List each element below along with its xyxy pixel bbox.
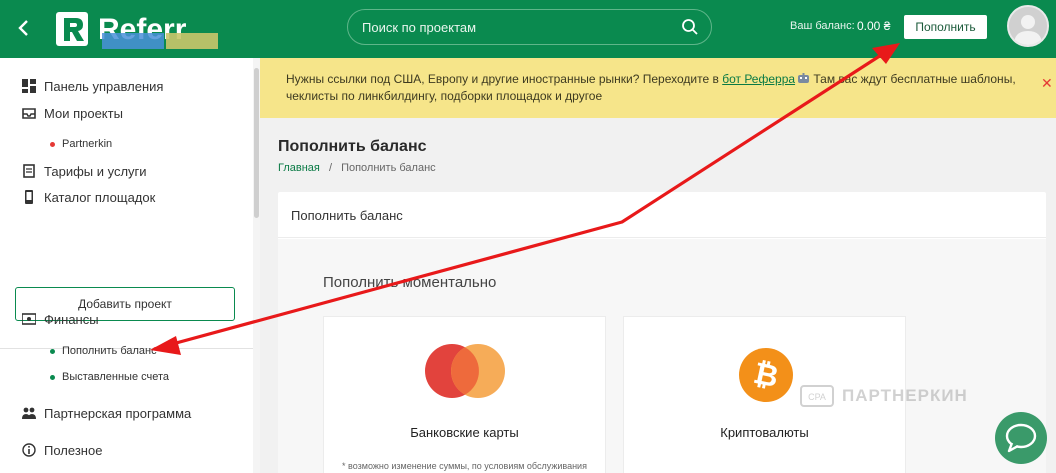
watermark-text: ПАРТНЕРКИН <box>842 386 968 405</box>
finance-sub-label: Выставленные счета <box>62 371 170 383</box>
notice-text-part: Нужны ссылки под США, Европу и другие ин… <box>286 72 723 86</box>
sidebar-item-finance[interactable]: Финансы <box>22 310 99 328</box>
notice-text: Нужны ссылки под США, Европу и другие ин… <box>286 71 1016 105</box>
status-dot <box>50 348 55 354</box>
balance-value: 0.00 ₴ <box>857 19 891 33</box>
inbox-icon <box>22 108 36 119</box>
robot-emoji-icon <box>798 73 810 83</box>
breadcrumb-home-link[interactable]: Главная <box>278 162 320 174</box>
sidebar-item-dashboard[interactable]: Панель управления <box>22 77 163 95</box>
bot-link[interactable]: бот Реферра <box>722 72 795 86</box>
project-label: Partnerkin <box>62 138 113 150</box>
watermark: CPA ПАРТНЕРКИН <box>800 382 1010 410</box>
search-icon[interactable] <box>681 18 699 36</box>
project-item-partnerkin[interactable]: Partnerkin <box>50 138 112 150</box>
top-header: Referr Поиск по проектам Ваш баланс: 0.0… <box>0 0 1056 58</box>
user-avatar[interactable] <box>1007 5 1049 47</box>
sidebar-item-label: Тарифы и услуги <box>44 163 147 179</box>
page-title: Пополнить баланс <box>278 138 427 155</box>
finance-item-topup[interactable]: Пополнить баланс <box>50 345 157 357</box>
chat-bubble-icon <box>1005 423 1037 453</box>
finance-item-invoices[interactable]: Выставленные счета <box>50 371 169 383</box>
sidebar-item-catalog[interactable]: Каталог площадок <box>22 188 155 206</box>
sidebar: Панель управления Мои проекты Partnerkin… <box>0 58 260 473</box>
document-icon <box>23 164 35 178</box>
payment-option-note: * возможно изменение суммы, по условиям … <box>342 461 587 471</box>
bitcoin-icon: ₿ <box>739 348 793 402</box>
breadcrumb-separator: / <box>328 162 332 174</box>
instant-topup-title: Пополнить моментально <box>323 274 497 291</box>
payment-option-label: Банковские карты <box>410 425 519 440</box>
status-dot <box>50 374 55 380</box>
sidebar-item-tariffs[interactable]: Тарифы и услуги <box>22 162 147 180</box>
sidebar-item-label: Финансы <box>44 311 99 327</box>
breadcrumb-current: Пополнить баланс <box>341 162 436 174</box>
sidebar-scrollbar-thumb[interactable] <box>254 68 259 218</box>
svg-text:CPA: CPA <box>808 392 826 402</box>
breadcrumb: Главная / Пополнить баланс <box>278 162 436 174</box>
card-title: Пополнить баланс <box>291 208 403 223</box>
status-dot <box>50 141 55 147</box>
referr-logo[interactable]: Referr <box>54 8 226 52</box>
search-placeholder: Поиск по проектам <box>362 20 477 35</box>
search-input[interactable]: Поиск по проектам <box>347 9 712 45</box>
chat-button[interactable] <box>995 412 1047 464</box>
sidebar-item-partner-program[interactable]: Партнерская программа <box>22 404 191 422</box>
dashboard-icon <box>22 79 36 93</box>
finance-sub-label: Пополнить баланс <box>62 345 157 357</box>
sidebar-item-label: Каталог площадок <box>44 189 156 205</box>
info-icon <box>22 443 36 457</box>
card-header: Пополнить баланс <box>278 192 1046 238</box>
sidebar-item-projects[interactable]: Мои проекты <box>22 104 123 122</box>
phone-icon <box>25 190 33 204</box>
sidebar-item-label: Мои проекты <box>44 105 123 121</box>
sidebar-item-label: Панель управления <box>44 78 164 94</box>
balance-label: Ваш баланс: <box>790 20 855 32</box>
payment-option-bank-cards[interactable]: Банковские карты * возможно изменение су… <box>323 316 606 473</box>
partner-icon <box>22 407 36 419</box>
sidebar-item-useful[interactable]: Полезное <box>22 441 102 459</box>
watermark-logo-icon: CPA <box>800 385 834 407</box>
close-icon[interactable]: ✕ <box>1041 75 1053 92</box>
money-icon <box>22 313 36 325</box>
mastercard-icon <box>425 344 505 398</box>
topup-header-button[interactable]: Пополнить <box>903 14 988 40</box>
back-arrow-icon[interactable] <box>14 16 34 40</box>
card-body: Пополнить моментально Банковские карты *… <box>278 239 1046 473</box>
sidebar-item-label: Полезное <box>44 442 103 458</box>
sidebar-item-label: Партнерская программа <box>44 405 192 421</box>
topup-card: Пополнить баланс Пополнить моментально Б… <box>278 192 1046 473</box>
payment-option-label: Криптовалюты <box>720 425 809 440</box>
info-notice-banner: Нужны ссылки под США, Европу и другие ин… <box>260 58 1056 118</box>
